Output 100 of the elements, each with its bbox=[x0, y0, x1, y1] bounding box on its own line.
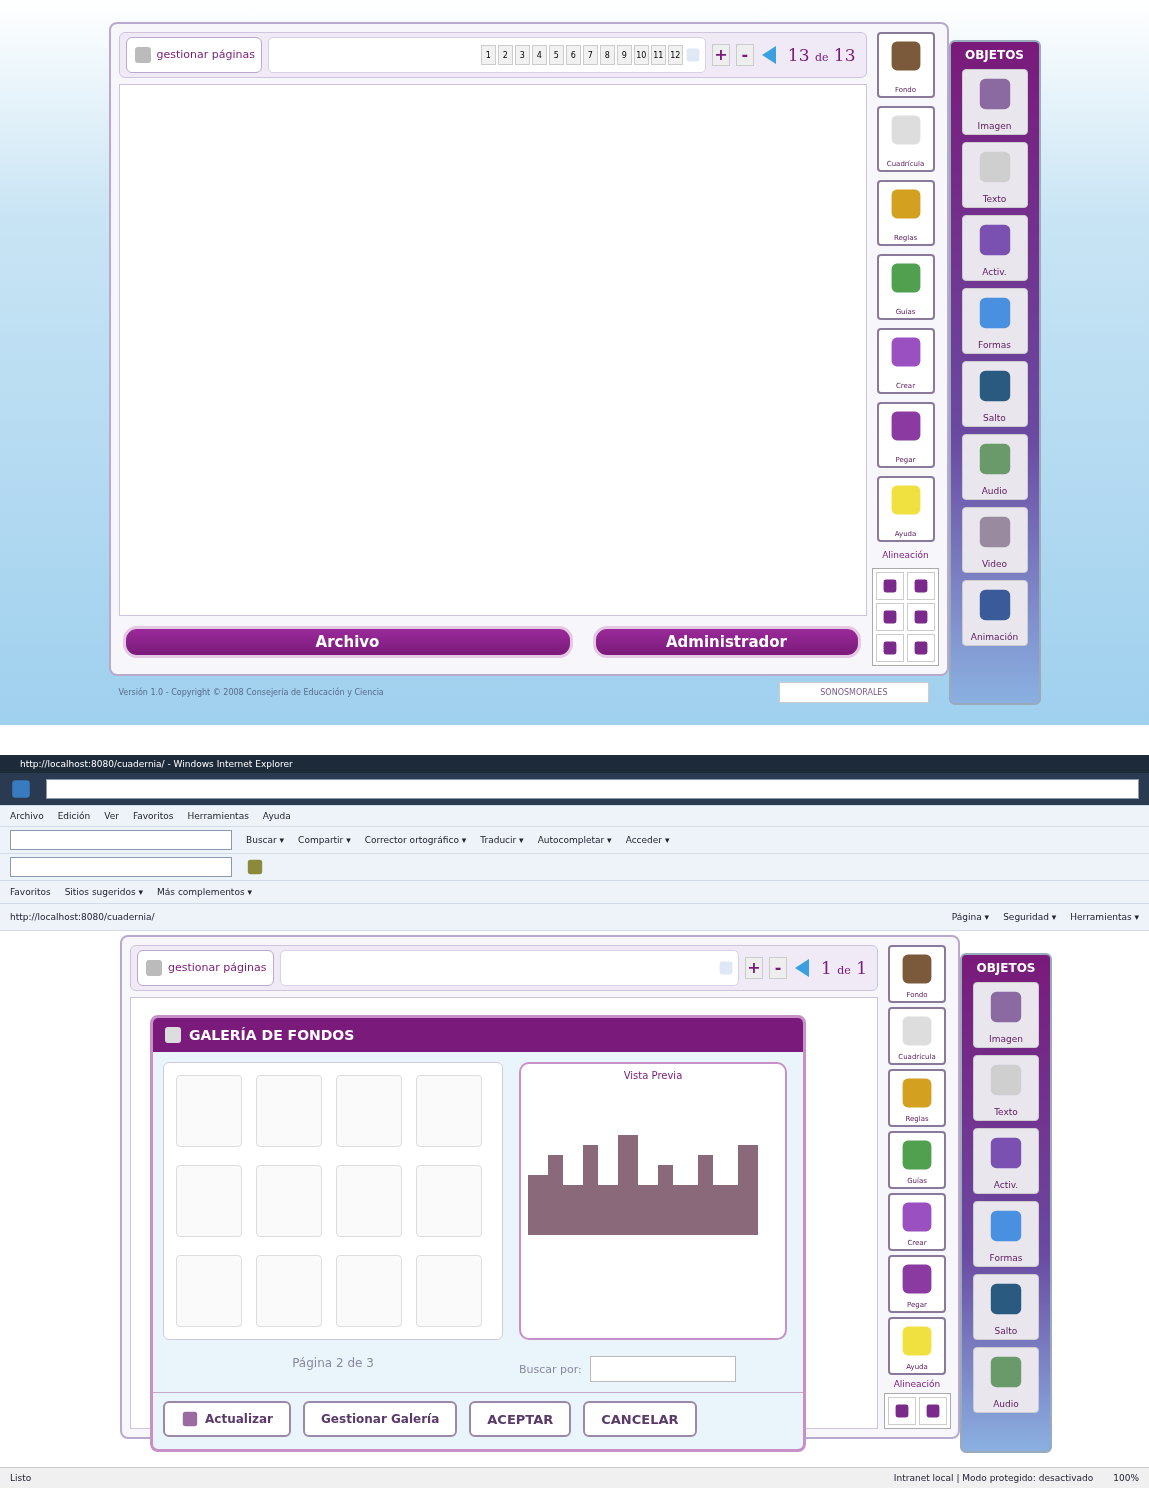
thumbnail-image[interactable] bbox=[416, 1165, 482, 1237]
dialog-button[interactable]: Gestionar Galería bbox=[303, 1401, 458, 1437]
page-number[interactable]: 11 bbox=[650, 45, 666, 65]
object-button[interactable]: Activ. bbox=[961, 215, 1028, 281]
browser-tab[interactable]: http://localhost:8080/cuadernia/ bbox=[10, 912, 155, 922]
dialog-button[interactable]: ACEPTAR bbox=[469, 1401, 572, 1437]
objects-title: OBJETOS bbox=[964, 48, 1024, 62]
page-number[interactable]: 6 bbox=[565, 45, 581, 65]
command-button[interactable]: Herramientas ▾ bbox=[1070, 912, 1139, 922]
toolbar-button[interactable]: Corrector ortográfico ▾ bbox=[364, 835, 467, 845]
page-icon bbox=[132, 45, 153, 65]
page-number[interactable]: 2 bbox=[497, 45, 513, 65]
thumbnail-image[interactable] bbox=[416, 1255, 482, 1327]
object-button[interactable]: Salto bbox=[961, 361, 1028, 427]
page-number[interactable]: 5 bbox=[548, 45, 564, 65]
object-button[interactable]: Audio bbox=[973, 1347, 1039, 1413]
thumbnail-image[interactable] bbox=[256, 1165, 322, 1237]
search-field[interactable] bbox=[589, 1356, 736, 1382]
add-page-button[interactable]: + bbox=[711, 44, 730, 66]
footer-button[interactable]: Administrador bbox=[592, 626, 861, 658]
page-number[interactable]: 8 bbox=[599, 45, 615, 65]
toolbar-button[interactable]: Buscar ▾ bbox=[246, 835, 285, 845]
window-title: http://localhost:8080/cuadernia/ - Windows Internet Explorer bbox=[0, 755, 1149, 773]
object-button[interactable]: Salto bbox=[973, 1274, 1039, 1340]
page-number[interactable]: 3 bbox=[514, 45, 530, 65]
object-button[interactable]: Video bbox=[961, 507, 1028, 573]
toolbar-button[interactable]: Autocompletar ▾ bbox=[537, 835, 612, 845]
object-button[interactable]: Formas bbox=[973, 1201, 1039, 1267]
menu-item[interactable]: Ayuda bbox=[262, 811, 291, 821]
dialog-button[interactable]: CANCELAR bbox=[583, 1401, 697, 1437]
object-button[interactable]: Texto bbox=[961, 142, 1028, 208]
align-icon bbox=[882, 609, 898, 625]
dialog-button[interactable]: Actualizar bbox=[163, 1401, 291, 1437]
thumbnail-image[interactable] bbox=[336, 1165, 402, 1237]
favorites-item[interactable]: Más complementos ▾ bbox=[157, 887, 252, 897]
align-button[interactable] bbox=[887, 1397, 916, 1425]
object-button[interactable]: Imagen bbox=[973, 982, 1039, 1048]
toolbar-button[interactable]: Acceder ▾ bbox=[625, 835, 670, 845]
command-button[interactable]: Página ▾ bbox=[951, 912, 990, 922]
page-counter: 13 de 13 bbox=[787, 45, 856, 65]
object-button[interactable]: Imagen bbox=[961, 69, 1028, 135]
command-button[interactable]: Seguridad ▾ bbox=[1003, 912, 1057, 922]
align-button[interactable] bbox=[876, 634, 904, 662]
new-page-icon bbox=[684, 47, 701, 63]
address-field[interactable] bbox=[46, 779, 1139, 799]
footer-button[interactable]: Archivo bbox=[122, 626, 573, 658]
zone-text: Intranet local | Modo protegido: desactivado bbox=[893, 1473, 1094, 1483]
menu-item[interactable]: Herramientas bbox=[187, 811, 249, 821]
thumbnail-image[interactable] bbox=[336, 1255, 402, 1327]
menu-item[interactable]: Archivo bbox=[10, 811, 44, 821]
page-number[interactable]: 7 bbox=[582, 45, 598, 65]
page-number[interactable]: 12 bbox=[667, 45, 683, 65]
align-button[interactable] bbox=[907, 603, 935, 631]
align-button[interactable] bbox=[876, 603, 904, 631]
page-icon bbox=[144, 958, 164, 978]
page-number[interactable]: 1 bbox=[480, 45, 496, 65]
menu-item[interactable]: Favoritos bbox=[132, 811, 174, 821]
align-icon bbox=[924, 1403, 941, 1419]
page-number[interactable]: 4 bbox=[531, 45, 547, 65]
align-icon bbox=[913, 578, 929, 594]
add-page-button[interactable]: + bbox=[744, 957, 763, 979]
manage-pages-button[interactable]: gestionar páginas bbox=[137, 950, 274, 986]
favorites-item[interactable]: Favoritos bbox=[10, 887, 51, 897]
thumbnail-image[interactable] bbox=[176, 1255, 242, 1327]
object-button[interactable]: Texto bbox=[973, 1055, 1039, 1121]
zoom-text: 100% bbox=[1113, 1473, 1139, 1483]
thumbnail-image[interactable] bbox=[256, 1075, 322, 1147]
pager-text: Página 2 de 3 bbox=[292, 1356, 374, 1372]
align-icon bbox=[882, 578, 898, 594]
align-button[interactable] bbox=[876, 572, 904, 600]
new-page-icon bbox=[717, 960, 734, 976]
thumbnail-image[interactable] bbox=[176, 1075, 242, 1147]
object-button[interactable]: Activ. bbox=[973, 1128, 1039, 1194]
thumbnail-image[interactable] bbox=[176, 1165, 242, 1237]
version-text: Versión 1.0 - Copyright © 2008 Consejería de Educación y Ciencia bbox=[118, 688, 384, 697]
align-icon bbox=[882, 640, 898, 656]
page-number[interactable]: 10 bbox=[633, 45, 649, 65]
thumbnail-image[interactable] bbox=[256, 1255, 322, 1327]
toolbar-field[interactable] bbox=[10, 857, 232, 877]
menu-item[interactable]: Edición bbox=[57, 811, 91, 821]
favorites-item[interactable]: Sitios sugeridos ▾ bbox=[64, 887, 144, 897]
object-button[interactable]: Animación bbox=[961, 580, 1028, 646]
align-button[interactable] bbox=[918, 1397, 947, 1425]
credit-label: SONOSMORALES bbox=[779, 682, 929, 703]
remove-page-button[interactable]: - bbox=[768, 957, 787, 979]
menu-item[interactable]: Ver bbox=[104, 811, 119, 821]
object-button[interactable]: Formas bbox=[961, 288, 1028, 354]
toolbar-button[interactable]: Traducir ▾ bbox=[480, 835, 524, 845]
align-button[interactable] bbox=[907, 634, 935, 662]
page-number[interactable]: 9 bbox=[616, 45, 632, 65]
toolbar-button[interactable]: Compartir ▾ bbox=[298, 835, 351, 845]
manage-pages-button[interactable]: gestionar páginas bbox=[125, 37, 263, 73]
thumbnail-image[interactable] bbox=[336, 1075, 402, 1147]
alignment-title: Alineación bbox=[882, 550, 929, 560]
remove-page-button[interactable]: - bbox=[735, 44, 754, 66]
align-button[interactable] bbox=[907, 572, 935, 600]
toolbar-icon bbox=[246, 858, 264, 876]
thumbnail-image[interactable] bbox=[416, 1075, 482, 1147]
object-button[interactable]: Audio bbox=[961, 434, 1028, 500]
search-field[interactable] bbox=[10, 830, 232, 850]
